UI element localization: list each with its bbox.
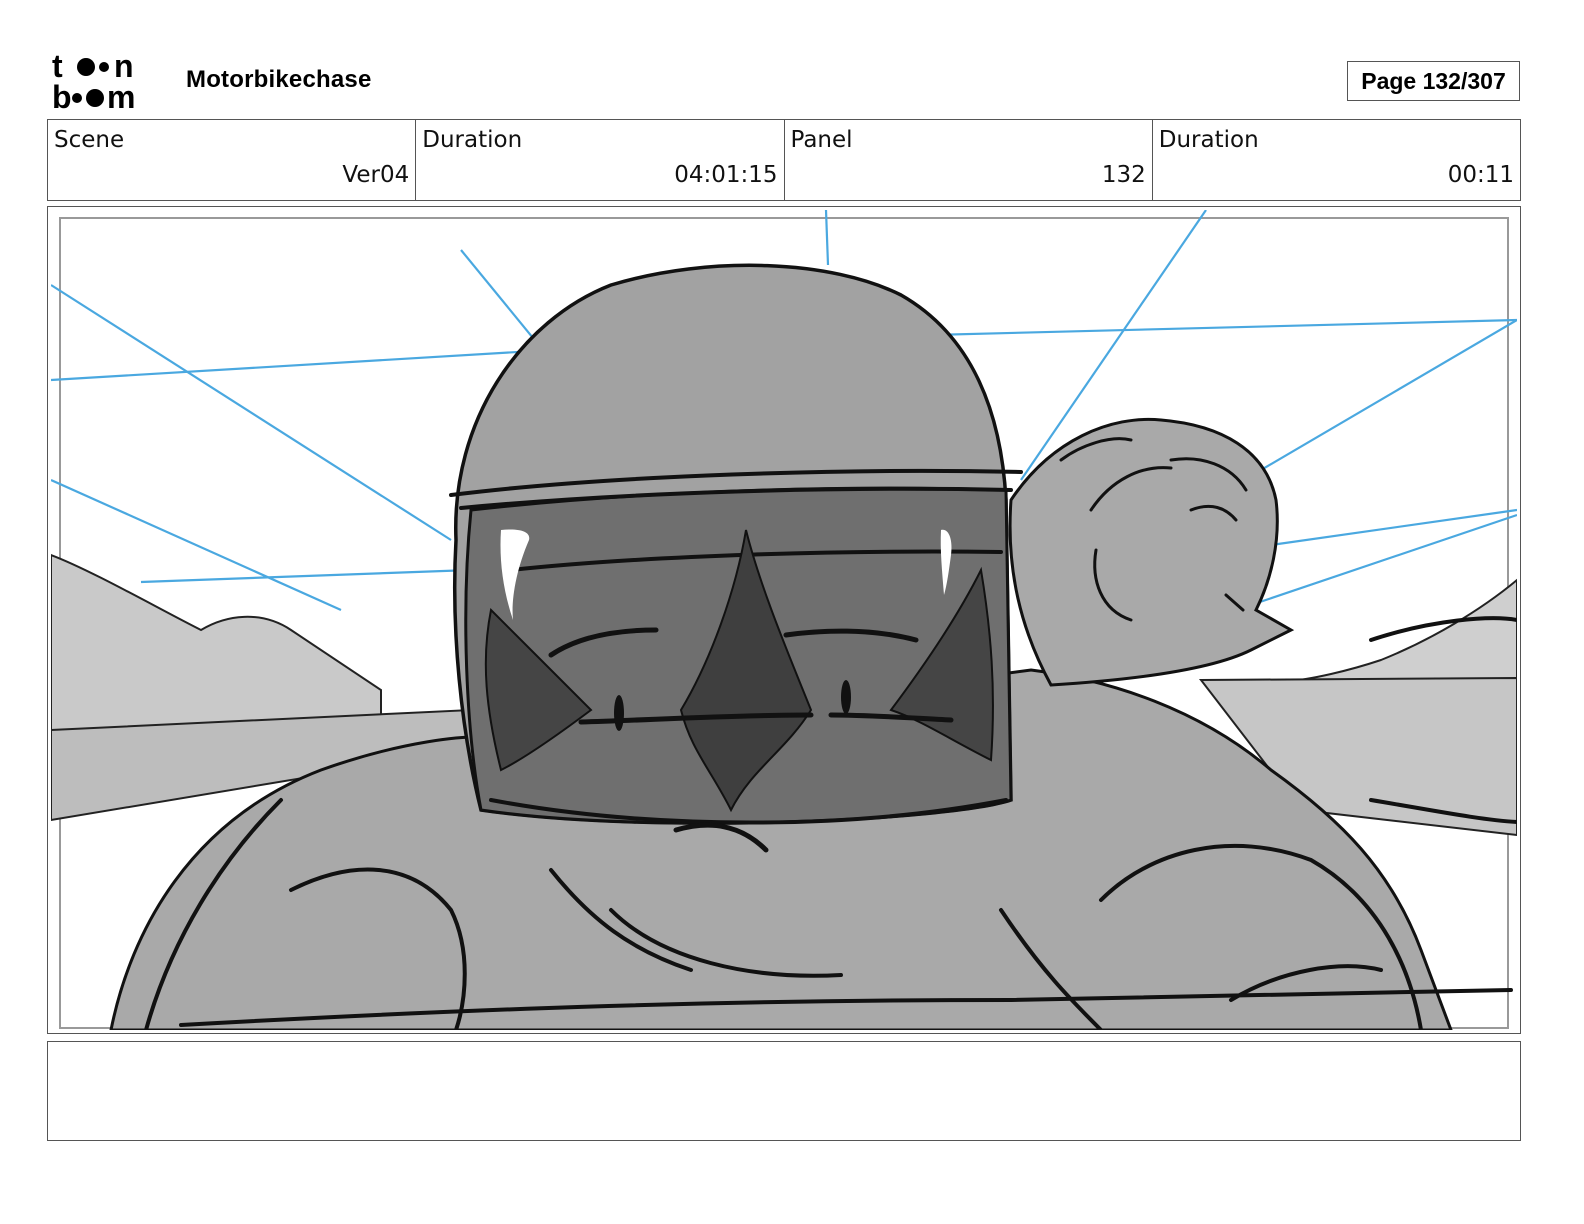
page-number: Page 132/307 <box>1347 61 1520 101</box>
scene-label: Scene <box>54 127 125 153</box>
panel-sketch <box>51 210 1517 1030</box>
panel-value: 132 <box>1101 162 1146 188</box>
scene-duration-label: Duration <box>422 127 523 153</box>
scene-value: Ver04 <box>342 162 410 188</box>
panel-duration-cell: Duration 00:11 <box>1153 120 1520 200</box>
panel-duration-value: 00:11 <box>1447 162 1514 188</box>
panel-notes-box <box>47 1041 1521 1141</box>
scene-duration-cell: Duration 04:01:15 <box>416 120 785 200</box>
panel-cell: Panel 132 <box>785 120 1153 200</box>
panel-duration-label: Duration <box>1158 127 1259 153</box>
svg-text:m: m <box>107 79 135 112</box>
scene-cell: Scene Ver04 <box>48 120 417 200</box>
right-eye <box>841 680 851 714</box>
storyboard-panel <box>47 206 1521 1034</box>
svg-text:b: b <box>52 79 72 112</box>
left-eye <box>614 695 624 731</box>
scene-info-table: Scene Ver04 Duration 04:01:15 Panel 132 … <box>47 119 1521 201</box>
rider-fist <box>1008 417 1295 687</box>
scene-duration-value: 04:01:15 <box>674 162 778 188</box>
panel-label: Panel <box>790 127 853 153</box>
toon-boom-logo: t n b m <box>52 50 135 112</box>
project-title: Motorbikechase <box>186 66 372 93</box>
